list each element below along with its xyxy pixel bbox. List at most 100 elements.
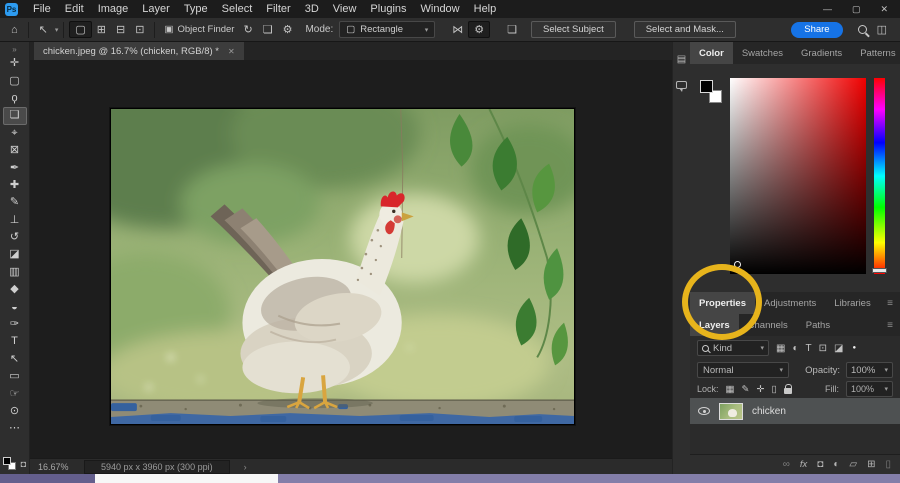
eraser-tool[interactable]: ◪: [3, 246, 27, 263]
menu-image[interactable]: Image: [91, 0, 136, 18]
object-selection-tool[interactable]: ❏: [3, 107, 27, 124]
hue-slider[interactable]: [874, 78, 885, 274]
move-tool[interactable]: ✛: [3, 55, 27, 72]
brush-tool[interactable]: ✎: [3, 194, 27, 211]
tab-libraries[interactable]: Libraries: [825, 292, 879, 314]
tab-gradients[interactable]: Gradients: [792, 42, 851, 64]
menu-select[interactable]: Select: [215, 0, 260, 18]
menu-type[interactable]: Type: [177, 0, 215, 18]
filter-shape-layers-icon[interactable]: ⊡: [819, 343, 827, 354]
dodge-tool[interactable]: ◒: [3, 298, 27, 315]
tab-color[interactable]: Color: [690, 42, 733, 64]
fill-field[interactable]: 100% ▾: [846, 381, 893, 397]
select-and-mask-button[interactable]: Select and Mask...: [634, 21, 736, 38]
intersect-selection-icon[interactable]: ⊡: [130, 22, 149, 37]
adjustment-layer-icon[interactable]: ◐: [833, 459, 839, 470]
zoom-level[interactable]: 16.67%: [38, 462, 84, 472]
tab-close-icon[interactable]: ✕: [228, 47, 235, 56]
search-icon[interactable]: [853, 24, 872, 35]
link-layers-icon[interactable]: ∞: [783, 459, 790, 470]
menu-view[interactable]: View: [326, 0, 364, 18]
tab-channels[interactable]: Channels: [739, 314, 797, 336]
filter-type-layers-icon[interactable]: T: [806, 343, 812, 354]
lock-pixels-icon[interactable]: ✎: [742, 384, 750, 395]
chicken-photo[interactable]: [110, 108, 575, 425]
layer-style-fx-icon[interactable]: fx: [800, 459, 807, 470]
new-layer-icon[interactable]: ⊞: [867, 459, 875, 470]
menu-window[interactable]: Window: [414, 0, 467, 18]
new-group-folder-icon[interactable]: ▱: [849, 459, 857, 470]
marquee-tool[interactable]: ▢: [3, 72, 27, 89]
document-tab[interactable]: chicken.jpeg @ 16.7% (chicken, RGB/8) * …: [34, 42, 244, 60]
lasso-tool[interactable]: ϙ: [3, 90, 27, 107]
bottom-strip-scrollbar[interactable]: [95, 474, 278, 483]
add-selection-icon[interactable]: ⊞: [92, 22, 111, 37]
more-tools-icon[interactable]: ⋯: [3, 420, 27, 437]
healing-brush-tool[interactable]: ✚: [3, 177, 27, 194]
tab-properties[interactable]: Properties: [690, 292, 755, 314]
color-picker-handle[interactable]: [734, 261, 741, 268]
shape-tool[interactable]: ▭: [3, 368, 27, 385]
tab-paths[interactable]: Paths: [797, 314, 839, 336]
filter-smart-objects-icon[interactable]: ◪: [834, 343, 843, 354]
tab-adjustments[interactable]: Adjustments: [755, 292, 825, 314]
saturation-brightness-field[interactable]: [730, 78, 866, 274]
layer-thumbnail[interactable]: [719, 403, 743, 420]
layer-row-chicken[interactable]: chicken: [690, 398, 900, 424]
lock-position-icon[interactable]: ✛: [756, 384, 764, 395]
lock-all-icon[interactable]: [784, 388, 792, 394]
layer-visibility-eye-icon[interactable]: [698, 407, 710, 415]
filter-pixel-layers-icon[interactable]: ▦: [776, 343, 785, 354]
restore-icon[interactable]: ▢: [852, 4, 861, 15]
refresh-icon[interactable]: ↻: [238, 22, 257, 37]
show-all-objects-icon[interactable]: ❏: [258, 22, 278, 37]
gradient-tool[interactable]: ▥: [3, 264, 27, 281]
refine-hair-icon[interactable]: ⋈: [447, 22, 468, 37]
panel-toggle-icon[interactable]: ❏: [502, 22, 522, 37]
tab-patterns[interactable]: Patterns: [851, 42, 900, 64]
menu-help[interactable]: Help: [467, 0, 504, 18]
foreground-background-swatch[interactable]: [3, 457, 16, 470]
object-finder-toggle[interactable]: ▣ Object Finder: [160, 24, 238, 35]
frame-tool[interactable]: ⊠: [3, 142, 27, 159]
toolbar-overflow-icon[interactable]: »: [12, 45, 16, 55]
comments-panel-icon[interactable]: [676, 81, 687, 89]
panel-menu-icon[interactable]: ≡: [887, 320, 900, 331]
panel-menu-icon[interactable]: ≡: [887, 298, 900, 309]
select-subject-button[interactable]: Select Subject: [531, 21, 616, 38]
crop-tool[interactable]: ⌖: [3, 125, 27, 142]
close-icon[interactable]: ✕: [880, 4, 888, 15]
blend-mode-dropdown[interactable]: Normal ▾: [697, 362, 789, 378]
menu-layer[interactable]: Layer: [135, 0, 177, 18]
blur-tool[interactable]: ◆: [3, 281, 27, 298]
filter-toggle-icon[interactable]: ●: [852, 345, 856, 351]
history-brush-tool[interactable]: ↺: [3, 229, 27, 246]
eyedropper-tool[interactable]: ✒: [3, 159, 27, 176]
foreground-background-swatch[interactable]: [700, 80, 726, 106]
finder-settings-gear-icon[interactable]: ⚙: [278, 22, 298, 37]
mode-dropdown[interactable]: ▢ Rectangle ▾: [339, 21, 435, 38]
filter-adjustment-layers-icon[interactable]: ◐: [792, 343, 798, 354]
quick-mask-icon[interactable]: ◘: [21, 459, 26, 469]
tool-preset-icon[interactable]: ↖: [34, 22, 53, 37]
workspace-icon[interactable]: ◫: [872, 22, 892, 37]
options-gear-icon[interactable]: ⚙: [468, 21, 490, 38]
tab-layers[interactable]: Layers: [690, 314, 739, 336]
delete-layer-trash-icon[interactable]: ▯: [885, 459, 891, 470]
lock-transparency-icon[interactable]: ▦: [726, 384, 735, 395]
kind-filter-dropdown[interactable]: Kind ▾: [697, 340, 769, 356]
minimize-icon[interactable]: —: [823, 4, 832, 15]
hand-tool[interactable]: ☞: [3, 385, 27, 402]
history-panel-icon[interactable]: ▤: [677, 54, 686, 65]
menu-edit[interactable]: Edit: [58, 0, 91, 18]
share-button[interactable]: Share: [791, 22, 842, 38]
status-chevron-icon[interactable]: ›: [244, 462, 247, 472]
add-layer-mask-icon[interactable]: ◘: [817, 459, 823, 470]
home-icon[interactable]: ⌂: [6, 23, 23, 37]
menu-file[interactable]: File: [26, 0, 58, 18]
lock-artboard-icon[interactable]: ▯: [771, 384, 776, 395]
opacity-field[interactable]: 100% ▾: [846, 362, 893, 378]
zoom-tool[interactable]: ⊙: [3, 403, 27, 420]
path-selection-tool[interactable]: ↖: [3, 351, 27, 368]
type-tool[interactable]: T: [3, 333, 27, 350]
